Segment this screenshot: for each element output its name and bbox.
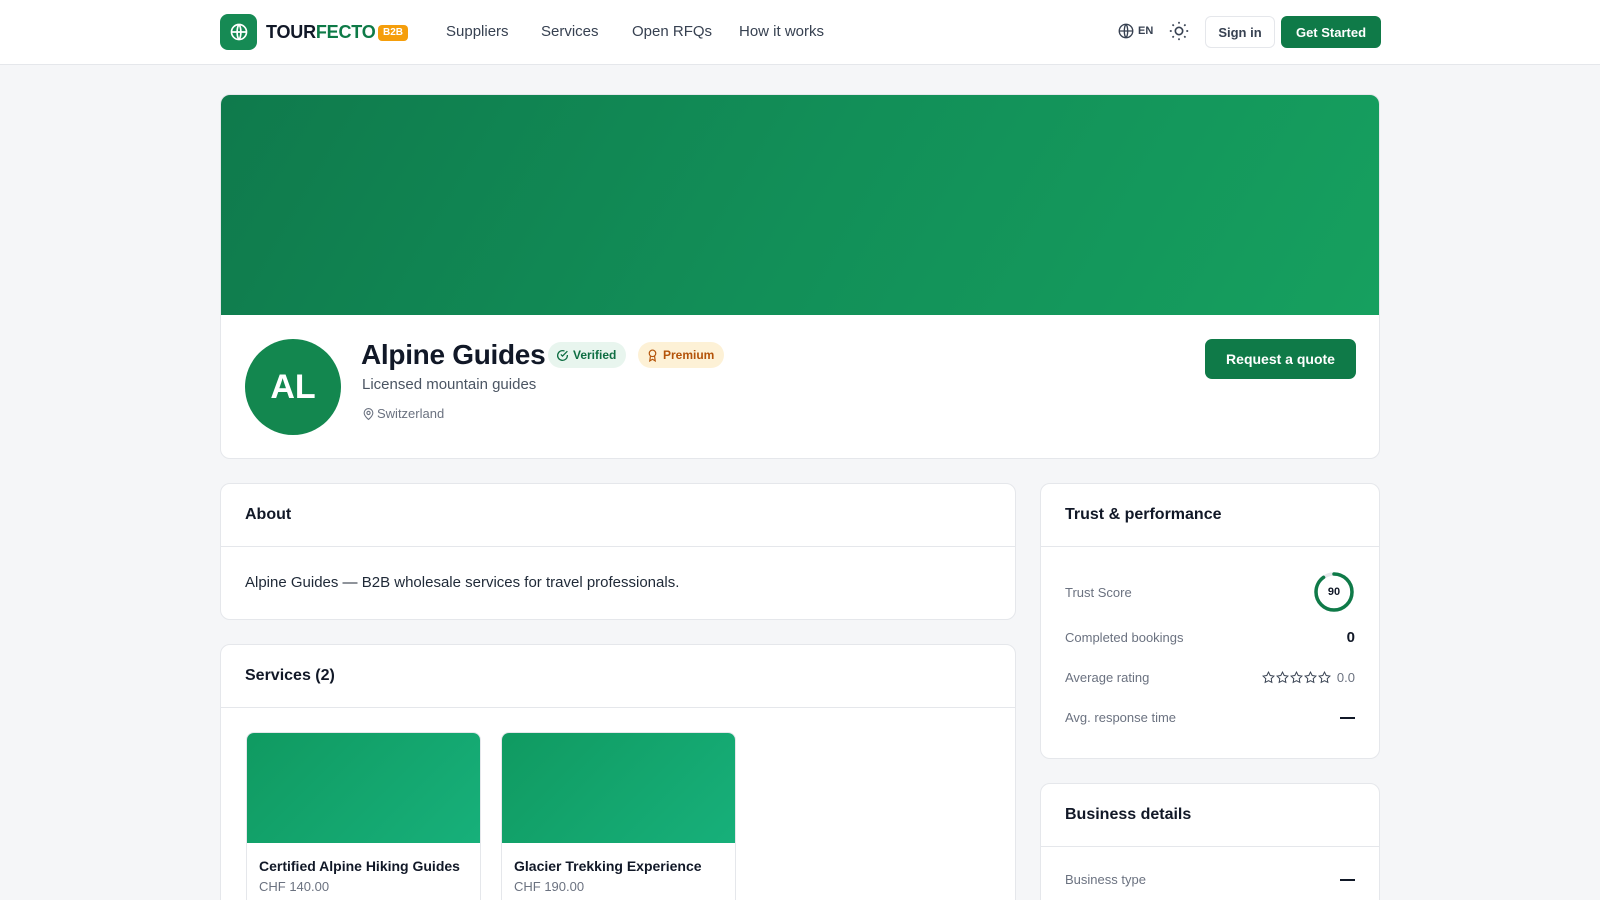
nav-open-rfqs[interactable]: Open RFQs xyxy=(632,22,712,42)
star-icon xyxy=(1275,671,1289,684)
company-tagline: Licensed mountain guides xyxy=(362,376,537,393)
business-details-card: Business details Business type xyxy=(1040,783,1380,900)
service-title: Glacier Trekking Experience xyxy=(514,858,702,874)
response-time-label: Avg. response time xyxy=(1065,710,1177,725)
map-pin-icon xyxy=(363,408,374,421)
response-time-empty xyxy=(1340,716,1355,719)
language-switcher[interactable]: EN xyxy=(1117,22,1153,40)
about-card: About Alpine Guides — B2B wholesale serv… xyxy=(220,483,1016,620)
business-type-row: Business type xyxy=(1065,872,1355,887)
service-price: CHF 140.00 xyxy=(259,879,330,894)
sign-in-button[interactable]: Sign in xyxy=(1205,16,1275,48)
avatar: AL xyxy=(245,339,341,435)
service-card[interactable]: Certified Alpine Hiking Guides CHF 140.0… xyxy=(246,732,481,900)
b2b-badge: B2B xyxy=(378,25,409,41)
average-rating-label: Average rating xyxy=(1065,670,1150,685)
trust-score-ring: 90 xyxy=(1313,571,1355,613)
star-icon xyxy=(1317,671,1331,684)
nav-how-it-works[interactable]: How it works xyxy=(739,22,824,42)
cover-banner xyxy=(221,95,1379,315)
trust-performance-card: Trust & performance Trust Score 90 Compl… xyxy=(1040,483,1380,759)
star-icon xyxy=(1289,671,1303,684)
service-card[interactable]: Glacier Trekking Experience CHF 190.00 xyxy=(501,732,736,900)
location-label: Switzerland xyxy=(377,406,445,421)
about-text: Alpine Guides — B2B wholesale services f… xyxy=(245,574,680,591)
check-circle-icon xyxy=(557,349,569,361)
nav-suppliers[interactable]: Suppliers xyxy=(446,22,509,42)
premium-label: Premium xyxy=(663,348,715,362)
supplier-profile-card: AL Alpine Guides Verified Premium Licens… xyxy=(220,94,1380,459)
business-type-label: Business type xyxy=(1065,872,1146,887)
trust-score-value: 90 xyxy=(1327,586,1341,598)
globe-icon xyxy=(1118,23,1134,39)
completed-bookings-row: Completed bookings 0 xyxy=(1065,629,1355,646)
nav-services[interactable]: Services xyxy=(541,22,599,42)
about-title: About xyxy=(221,484,1015,547)
trust-score-label: Trust Score xyxy=(1065,584,1132,600)
service-title: Certified Alpine Hiking Guides xyxy=(259,858,460,874)
company-name: Alpine Guides xyxy=(361,339,546,370)
get-started-button[interactable]: Get Started xyxy=(1281,16,1381,48)
services-card: Services (2) Certified Alpine Hiking Gui… xyxy=(220,644,1016,900)
response-time-row: Avg. response time xyxy=(1065,710,1355,725)
logo-globe-icon[interactable] xyxy=(220,14,257,50)
language-label: EN xyxy=(1138,25,1154,37)
verified-label: Verified xyxy=(573,348,617,362)
premium-badge: Premium xyxy=(638,342,725,368)
award-icon xyxy=(648,348,657,362)
services-title: Services (2) xyxy=(221,645,1015,708)
average-rating-value: 0.0 xyxy=(1336,670,1355,685)
star-icon xyxy=(1303,671,1317,684)
service-price: CHF 190.00 xyxy=(514,879,585,894)
service-image xyxy=(502,733,735,843)
request-quote-button[interactable]: Request a quote xyxy=(1205,339,1356,379)
business-title: Business details xyxy=(1041,784,1379,847)
trust-title: Trust & performance xyxy=(1041,484,1379,547)
theme-toggle-sun-icon[interactable] xyxy=(1168,20,1192,44)
business-type-empty xyxy=(1340,878,1355,881)
verified-badge: Verified xyxy=(548,342,627,368)
completed-bookings-value: 0 xyxy=(1346,629,1355,646)
completed-bookings-label: Completed bookings xyxy=(1065,630,1184,645)
service-image xyxy=(247,733,480,843)
top-navbar: TOURFECTO B2B Suppliers Services Open RF… xyxy=(0,0,1600,65)
trust-score-row: Trust Score 90 xyxy=(1065,571,1355,613)
star-icon xyxy=(1261,671,1275,684)
average-rating-row: Average rating 0.0 xyxy=(1065,670,1355,685)
logo-wordmark[interactable]: TOURFECTO xyxy=(266,20,376,44)
rating-stars: 0.0 xyxy=(1261,670,1355,685)
company-location: Switzerland xyxy=(362,406,444,422)
